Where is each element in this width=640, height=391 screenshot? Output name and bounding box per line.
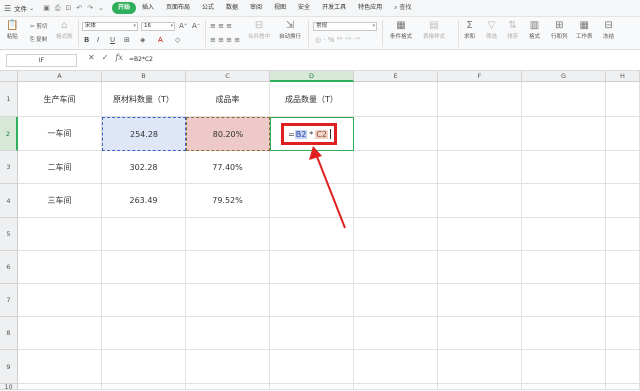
annotation-arrow bbox=[309, 146, 346, 229]
arrow-shaft bbox=[315, 153, 346, 229]
arrow-head bbox=[309, 146, 322, 160]
